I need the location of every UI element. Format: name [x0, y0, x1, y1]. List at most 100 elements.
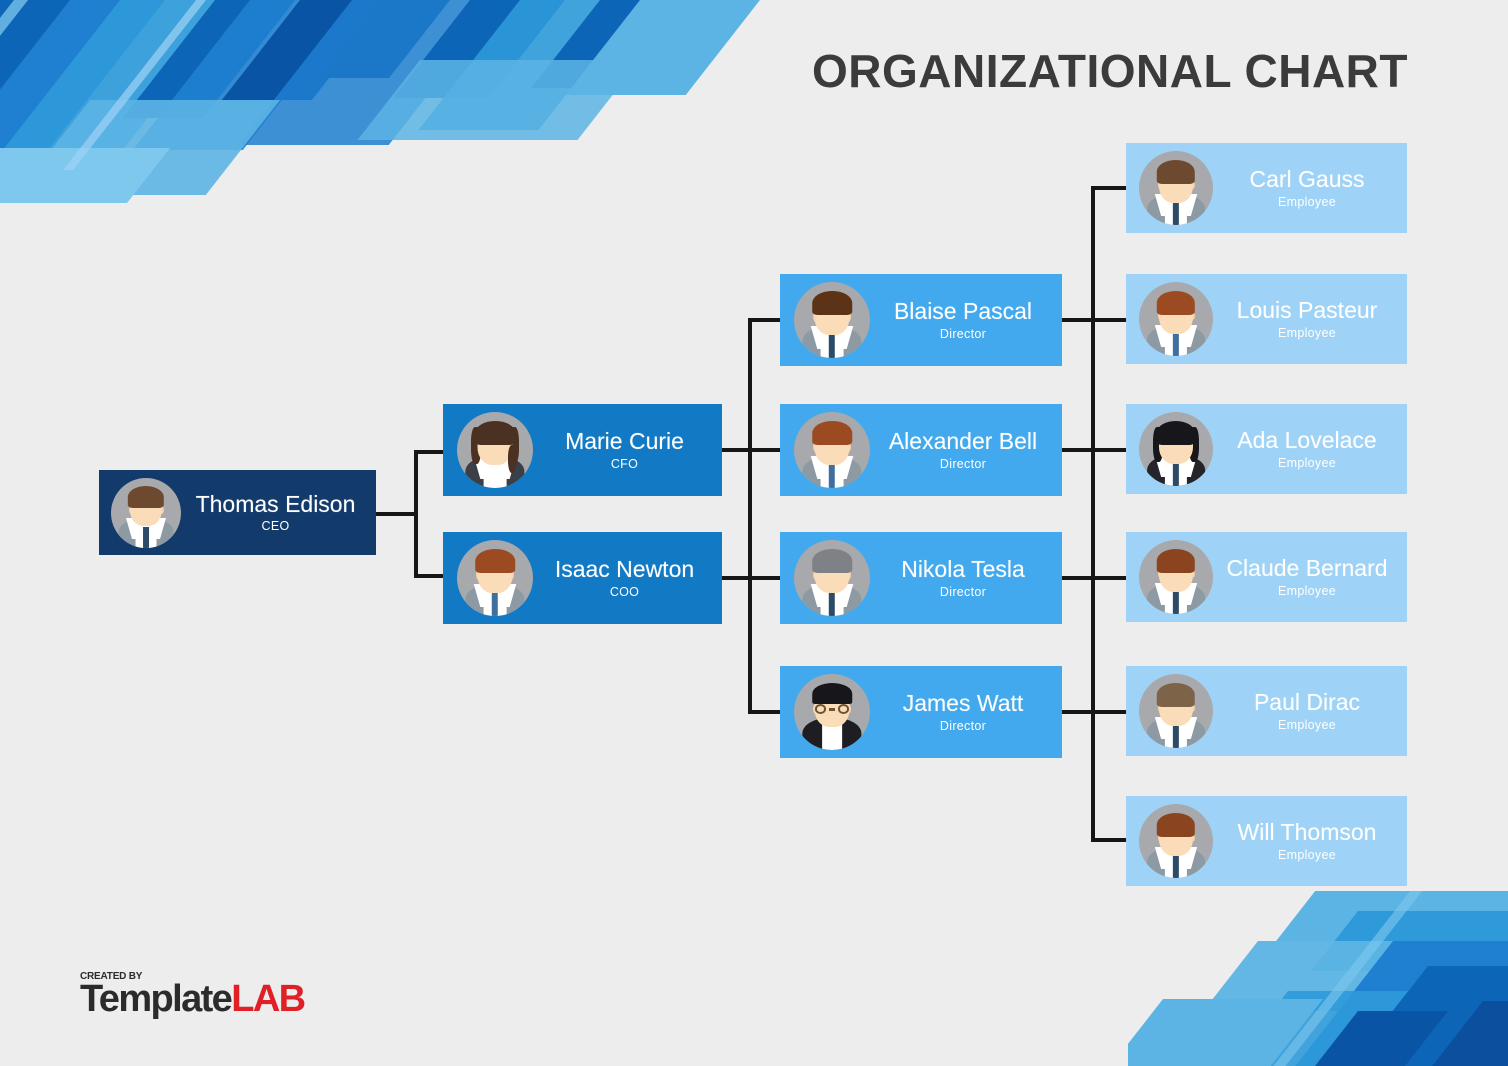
deco-band — [1221, 991, 1408, 1066]
deco-band — [122, 0, 296, 118]
deco-band — [0, 0, 81, 205]
org-node-ceo[interactable]: Thomas Edison CEO — [99, 470, 376, 555]
org-node-text: Louis Pasteur Employee — [1213, 298, 1407, 339]
deco-band — [1291, 941, 1508, 1066]
deco-band — [0, 0, 28, 235]
org-node-text: Nikola Tesla Director — [870, 557, 1062, 598]
org-node-employee-1[interactable]: Carl Gauss Employee — [1126, 143, 1407, 233]
deco-band — [15, 100, 281, 195]
org-node-role: Director — [939, 584, 987, 599]
org-node-employee-3[interactable]: Ada Lovelace Employee — [1126, 404, 1407, 494]
deco-band — [1311, 911, 1508, 971]
org-node-role: Employee — [1278, 847, 1336, 862]
deco-band — [0, 0, 30, 235]
org-node-role: Employee — [1278, 583, 1336, 598]
connector-director-trunk — [748, 318, 752, 714]
deco-band — [0, 0, 165, 150]
deco-band — [0, 0, 241, 200]
org-node-text: Alexander Bell Director — [870, 429, 1062, 470]
deco-band — [63, 0, 206, 170]
deco-band — [0, 148, 170, 203]
connector-bernard-in — [1091, 576, 1127, 580]
avatar — [457, 540, 533, 616]
deco-band — [221, 0, 390, 100]
org-node-text: James Watt Director — [870, 691, 1062, 732]
org-node-name: Blaise Pascal — [893, 299, 1033, 325]
deco-band — [1342, 966, 1508, 1066]
deco-band — [132, 0, 360, 150]
org-node-name: Nikola Tesla — [901, 557, 1025, 583]
deco-band — [1203, 941, 1438, 1011]
org-node-role: Employee — [1278, 325, 1336, 340]
avatar — [794, 674, 870, 750]
connector-dirac-in — [1091, 710, 1127, 714]
page-title: ORGANIZATIONAL CHART — [811, 45, 1408, 97]
org-node-name: Will Thomson — [1237, 820, 1377, 846]
org-node-name: Alexander Bell — [888, 429, 1038, 455]
connector-ceo-stub — [374, 512, 418, 516]
org-node-role: Director — [939, 456, 987, 471]
org-node-role: Employee — [1278, 194, 1336, 209]
org-node-employee-2[interactable]: Louis Pasteur Employee — [1126, 274, 1407, 364]
org-node-role: Employee — [1278, 717, 1336, 732]
org-node-name: Claude Bernard — [1226, 556, 1388, 582]
org-node-name: Paul Dirac — [1253, 690, 1361, 716]
logo-wordmark: TemplateLAB — [80, 978, 306, 1020]
decoration-bottom-right — [1128, 891, 1508, 1066]
org-node-role: Employee — [1278, 455, 1336, 470]
connector-coo-stub — [414, 574, 444, 578]
org-node-coo[interactable]: Isaac Newton COO — [443, 532, 722, 624]
org-node-text: Will Thomson Employee — [1213, 820, 1407, 861]
templatelab-logo: CREATED BY TemplateLAB — [80, 971, 306, 1020]
org-node-text: Thomas Edison CEO — [181, 492, 376, 533]
deco-band — [531, 0, 680, 88]
connector-thomson-in — [1091, 838, 1127, 842]
logo-lab-text: LAB — [231, 978, 306, 1020]
deco-band — [1420, 1001, 1508, 1066]
org-node-director-2[interactable]: Alexander Bell Director — [780, 404, 1062, 496]
avatar — [794, 412, 870, 488]
deco-band — [1303, 1011, 1448, 1066]
org-node-cfo[interactable]: Marie Curie CFO — [443, 404, 722, 496]
avatar — [1139, 540, 1213, 614]
connector-exec-trunk — [414, 450, 418, 578]
avatar — [1139, 674, 1213, 748]
avatar — [1139, 151, 1213, 225]
avatar — [1139, 282, 1213, 356]
org-node-role: Director — [939, 326, 987, 341]
connector-pasteur-in — [1091, 318, 1127, 322]
org-node-director-4[interactable]: James Watt Director — [780, 666, 1062, 758]
deco-band — [418, 0, 640, 130]
org-node-name: James Watt — [902, 691, 1024, 717]
connector-lovelace-in — [1091, 448, 1127, 452]
deco-band — [1261, 891, 1430, 1066]
org-node-director-3[interactable]: Nikola Tesla Director — [780, 532, 1062, 624]
avatar — [457, 412, 533, 488]
deco-band — [1128, 999, 1323, 1066]
org-node-employee-6[interactable]: Will Thomson Employee — [1126, 796, 1407, 886]
org-node-text: Claude Bernard Employee — [1213, 556, 1407, 597]
org-node-employee-4[interactable]: Claude Bernard Employee — [1126, 532, 1407, 622]
org-node-text: Blaise Pascal Director — [870, 299, 1062, 340]
connector-pascal-in — [748, 318, 780, 322]
connector-cfo-stub — [414, 450, 444, 454]
org-node-director-1[interactable]: Blaise Pascal Director — [780, 274, 1062, 366]
deco-band — [357, 60, 640, 140]
org-node-role: Director — [939, 718, 987, 733]
org-node-name: Isaac Newton — [554, 557, 695, 583]
org-node-role: CFO — [610, 456, 639, 471]
avatar — [794, 282, 870, 358]
org-node-text: Paul Dirac Employee — [1213, 690, 1407, 731]
connector-bell-in — [748, 448, 780, 452]
org-node-name: Thomas Edison — [195, 491, 356, 517]
connector-gauss-in — [1091, 186, 1127, 190]
org-node-text: Marie Curie CFO — [533, 429, 722, 470]
avatar — [1139, 804, 1213, 878]
avatar — [111, 477, 181, 548]
logo-template-text: Template — [80, 978, 233, 1020]
org-node-name: Louis Pasteur — [1236, 298, 1378, 324]
connector-watt-in — [748, 710, 780, 714]
connector-tesla-in — [748, 576, 780, 580]
org-node-employee-5[interactable]: Paul Dirac Employee — [1126, 666, 1407, 756]
deco-band — [238, 0, 503, 145]
